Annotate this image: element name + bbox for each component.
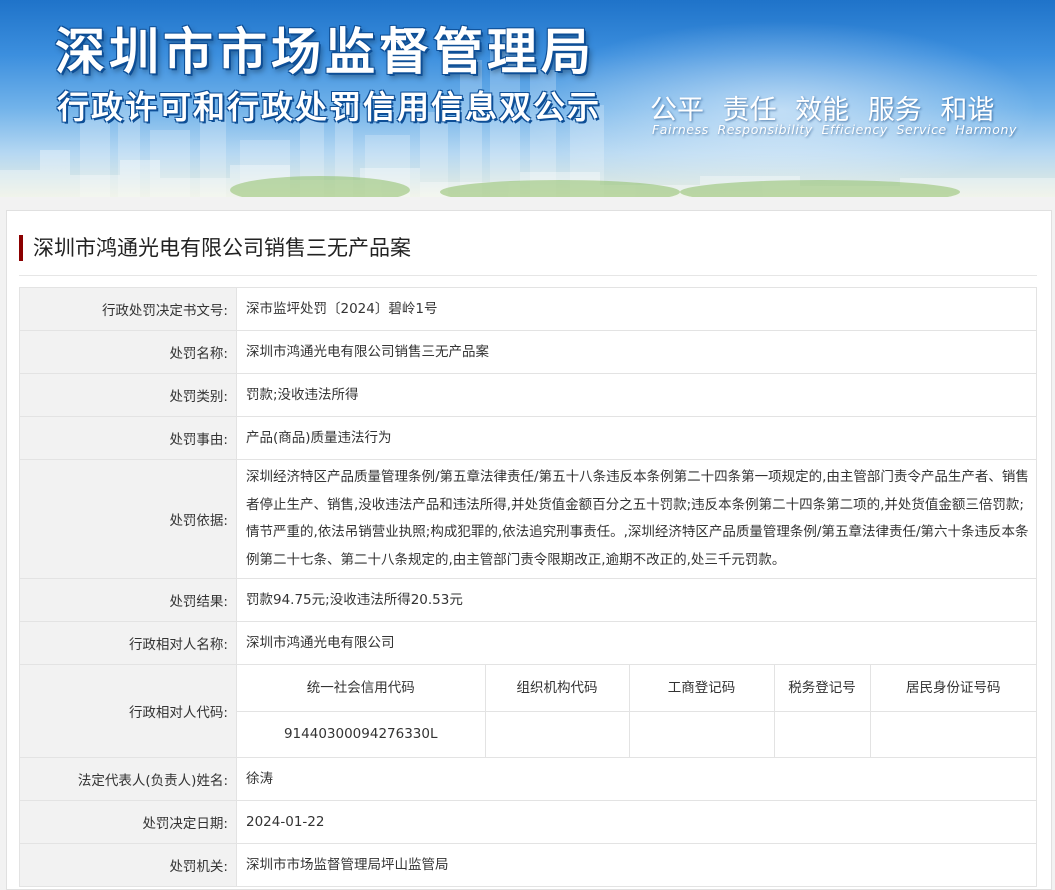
code-value-tax-reg <box>773 710 871 757</box>
party-codes-cell: 统一社会信用代码 组织机构代码 工商登记码 税务登记号 居民身份证号码 9144… <box>236 664 1037 758</box>
decision-no-value: 深市监坪处罚〔2024〕碧岭1号 <box>236 287 1037 331</box>
legal-rep-label: 法定代表人(负责人)姓名: <box>19 757 237 801</box>
decision-date-value: 2024-01-22 <box>236 800 1037 844</box>
code-value-business-reg <box>628 710 775 757</box>
party-name-value: 深圳市鸿通光电有限公司 <box>236 621 1037 665</box>
banner-subtitle: 行政许可和行政处罚信用信息双公示 <box>57 88 602 126</box>
penalty-reason-value: 产品(商品)质量违法行为 <box>236 416 1037 460</box>
code-header-id-card: 居民身份证号码 <box>869 665 1036 712</box>
row-penalty-reason: 处罚事由: 产品(商品)质量违法行为 <box>19 416 1037 460</box>
party-codes-table: 统一社会信用代码 组织机构代码 工商登记码 税务登记号 居民身份证号码 9144… <box>237 665 1036 757</box>
case-detail-panel: 深圳市鸿通光电有限公司销售三无产品案 行政处罚决定书文号: 深市监坪处罚〔202… <box>6 210 1052 890</box>
authority-value: 深圳市市场监督管理局坪山监管局 <box>236 843 1037 887</box>
penalty-detail-table: 行政处罚决定书文号: 深市监坪处罚〔2024〕碧岭1号 处罚名称: 深圳市鸿通光… <box>19 287 1037 887</box>
row-decision-date: 处罚决定日期: 2024-01-22 <box>19 800 1037 844</box>
decision-date-label: 处罚决定日期: <box>19 800 237 844</box>
row-penalty-result: 处罚结果: 罚款94.75元;没收违法所得20.53元 <box>19 578 1037 622</box>
row-party-codes: 行政相对人代码: 统一社会信用代码 组织机构代码 工商登记码 税务登记号 居民身… <box>19 664 1037 758</box>
banner-title: 深圳市市场监督管理局 <box>55 23 595 81</box>
row-authority: 处罚机关: 深圳市市场监督管理局坪山监管局 <box>19 843 1037 887</box>
code-header-org: 组织机构代码 <box>484 665 630 712</box>
banner-values-en: Fairness Responsibility Efficiency Servi… <box>652 122 1017 137</box>
code-value-id-card <box>869 710 1036 757</box>
penalty-result-value: 罚款94.75元;没收违法所得20.53元 <box>236 578 1037 622</box>
header-banner: 深圳市市场监督管理局 行政许可和行政处罚信用信息双公示 公平 责任 效能 服务 … <box>0 0 1055 197</box>
codes-header-row: 统一社会信用代码 组织机构代码 工商登记码 税务登记号 居民身份证号码 <box>237 665 1036 712</box>
penalty-name-value: 深圳市鸿通光电有限公司销售三无产品案 <box>236 330 1037 374</box>
row-decision-no: 行政处罚决定书文号: 深市监坪处罚〔2024〕碧岭1号 <box>19 287 1037 331</box>
row-legal-rep: 法定代表人(负责人)姓名: 徐涛 <box>19 757 1037 801</box>
title-divider <box>19 275 1037 276</box>
penalty-basis-value: 深圳经济特区产品质量管理条例/第五章法律责任/第五十八条违反本条例第二十四条第一… <box>236 459 1037 579</box>
code-value-org <box>484 710 630 757</box>
penalty-type-value: 罚款;没收违法所得 <box>236 373 1037 417</box>
code-header-tax-reg: 税务登记号 <box>773 665 871 712</box>
penalty-type-label: 处罚类别: <box>19 373 237 417</box>
decision-no-label: 行政处罚决定书文号: <box>19 287 237 331</box>
code-header-credit: 统一社会信用代码 <box>237 665 486 712</box>
penalty-reason-label: 处罚事由: <box>19 416 237 460</box>
codes-value-row: 91440300094276330L <box>237 710 1036 757</box>
penalty-basis-label: 处罚依据: <box>19 459 237 579</box>
code-value-credit: 91440300094276330L <box>237 710 486 757</box>
penalty-result-label: 处罚结果: <box>19 578 237 622</box>
penalty-name-label: 处罚名称: <box>19 330 237 374</box>
row-penalty-basis: 处罚依据: 深圳经济特区产品质量管理条例/第五章法律责任/第五十八条违反本条例第… <box>19 459 1037 579</box>
case-title: 深圳市鸿通光电有限公司销售三无产品案 <box>19 235 411 261</box>
legal-rep-value: 徐涛 <box>236 757 1037 801</box>
code-header-business-reg: 工商登记码 <box>628 665 775 712</box>
party-name-label: 行政相对人名称: <box>19 621 237 665</box>
party-codes-label: 行政相对人代码: <box>19 664 237 758</box>
authority-label: 处罚机关: <box>19 843 237 887</box>
row-penalty-name: 处罚名称: 深圳市鸿通光电有限公司销售三无产品案 <box>19 330 1037 374</box>
row-penalty-type: 处罚类别: 罚款;没收违法所得 <box>19 373 1037 417</box>
row-party-name: 行政相对人名称: 深圳市鸿通光电有限公司 <box>19 621 1037 665</box>
